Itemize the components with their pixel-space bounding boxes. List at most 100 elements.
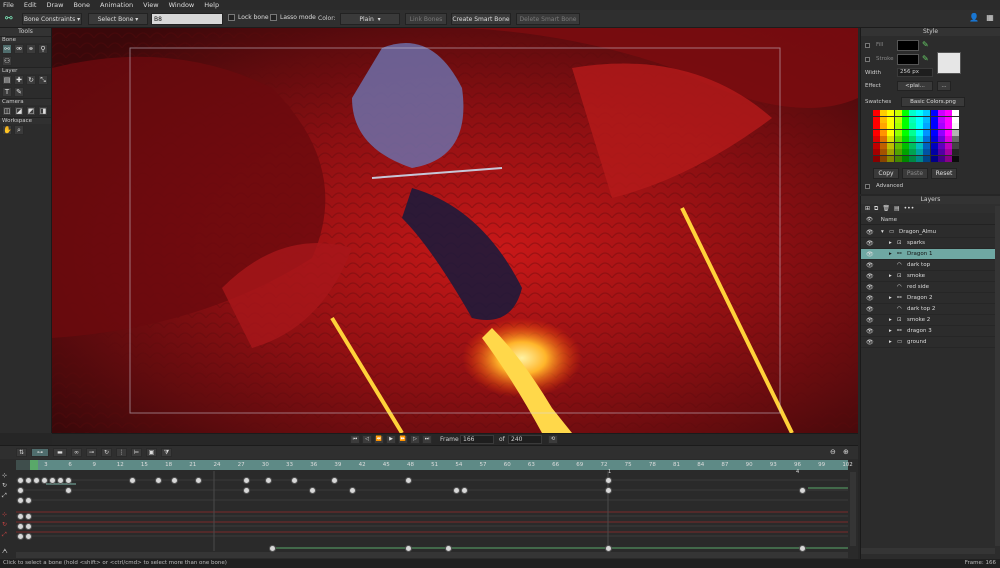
eye-icon[interactable]: 👁 <box>866 326 874 337</box>
layers-scrollbar[interactable] <box>995 206 1000 546</box>
color-swatch[interactable] <box>880 149 888 155</box>
zoom-in-icon[interactable]: ⊕ <box>843 448 849 456</box>
lasso-mode-checkbox[interactable]: Lasso mode <box>270 14 316 21</box>
color-swatch[interactable] <box>887 129 895 136</box>
color-swatch[interactable] <box>945 136 952 142</box>
color-swatch[interactable] <box>894 116 902 123</box>
color-swatch[interactable] <box>945 155 952 162</box>
color-swatch[interactable] <box>880 110 888 116</box>
frame-input[interactable]: 166 <box>460 435 494 444</box>
delete-layer-icon[interactable]: 🗑 <box>882 205 890 212</box>
more-icon[interactable]: ••• <box>904 205 915 212</box>
color-swatch[interactable] <box>887 149 895 155</box>
color-swatch[interactable] <box>945 116 952 123</box>
eye-icon[interactable]: 👁 <box>866 337 874 348</box>
color-swatch[interactable] <box>894 129 902 136</box>
keyframe[interactable] <box>49 477 56 484</box>
color-swatch[interactable] <box>873 129 880 136</box>
layer-row[interactable]: 👁 ▸ ⊡ smoke <box>861 271 995 282</box>
keyframe[interactable] <box>65 487 72 494</box>
color-swatch[interactable] <box>923 110 931 116</box>
keyframe[interactable] <box>453 487 460 494</box>
playhead[interactable] <box>30 460 38 470</box>
color-swatch[interactable] <box>901 110 909 116</box>
paste-button[interactable]: Paste <box>902 168 928 179</box>
color-swatch[interactable] <box>894 149 902 155</box>
onion-skin-icon[interactable]: ∞ <box>71 448 82 457</box>
stroke-checkbox[interactable] <box>865 56 870 62</box>
select-bone-dropdown[interactable]: Select Bone ▾ <box>88 13 148 25</box>
keyframe[interactable] <box>25 497 32 504</box>
eye-icon[interactable]: 👁 <box>866 260 874 271</box>
color-swatch[interactable] <box>880 123 888 129</box>
color-swatch[interactable] <box>894 155 902 162</box>
create-smart-bone-button[interactable]: Create Smart Bone <box>451 13 511 25</box>
color-swatch[interactable] <box>909 136 916 142</box>
color-swatch[interactable] <box>901 149 909 155</box>
color-swatch[interactable] <box>937 142 945 149</box>
color-swatch[interactable] <box>945 149 952 155</box>
filter-icon[interactable]: ⧩ <box>161 448 172 457</box>
hand-tool-icon[interactable]: ✋ <box>2 125 12 135</box>
effect-more-button[interactable]: ... <box>937 81 951 91</box>
color-swatch[interactable] <box>887 155 895 162</box>
keyframe[interactable] <box>291 477 298 484</box>
link-bones-button[interactable]: Link Bones <box>405 13 447 25</box>
menu-draw[interactable]: Draw <box>46 1 63 9</box>
add-bone-tool-icon[interactable]: ⚭ <box>26 44 36 54</box>
keyframe[interactable] <box>17 523 24 530</box>
color-swatch[interactable] <box>952 129 960 136</box>
lock-bone-box[interactable] <box>228 14 235 21</box>
fill-swatch[interactable] <box>897 40 919 51</box>
color-swatch[interactable] <box>887 142 895 149</box>
keyframe[interactable] <box>57 477 64 484</box>
lasso-mode-box[interactable] <box>270 14 277 21</box>
zoom-tool-icon[interactable]: ⌕ <box>14 125 24 135</box>
color-swatch[interactable] <box>873 116 880 123</box>
keyframe[interactable] <box>171 477 178 484</box>
swatches-dropdown[interactable]: Basic Colors.png <box>901 97 965 107</box>
keyframe[interactable] <box>25 533 32 540</box>
color-swatch[interactable] <box>909 110 916 116</box>
stroke-swatch[interactable] <box>897 54 919 65</box>
reparent-bone-tool-icon[interactable]: ⚲ <box>38 44 48 54</box>
color-swatch[interactable] <box>916 129 924 136</box>
color-swatch[interactable] <box>945 123 952 129</box>
lock-bone-checkbox[interactable]: Lock bone <box>228 14 269 21</box>
color-swatch[interactable] <box>873 142 880 149</box>
rewind-icon[interactable]: ⏮ <box>350 435 360 444</box>
color-swatch[interactable] <box>880 116 888 123</box>
keyframe[interactable] <box>309 487 316 494</box>
keyframe[interactable] <box>405 477 412 484</box>
color-swatch[interactable] <box>930 149 938 155</box>
menu-window[interactable]: Window <box>169 1 195 9</box>
color-swatch[interactable] <box>880 136 888 142</box>
color-swatch[interactable] <box>894 110 902 116</box>
keyframe-grid[interactable]: 41 <box>16 469 848 552</box>
advanced-checkbox[interactable] <box>865 183 870 189</box>
timeline-vscrollbar[interactable] <box>850 472 856 546</box>
bone-name-input[interactable]: B8 <box>151 13 223 25</box>
layer-row[interactable]: 👁 ▸ ⚯ dragon 3 <box>861 326 995 337</box>
color-swatch[interactable] <box>887 136 895 142</box>
keyframe[interactable] <box>349 487 356 494</box>
keyframe[interactable] <box>605 545 612 552</box>
color-swatch[interactable] <box>909 155 916 162</box>
expand-arrow-icon[interactable]: ▸ <box>889 337 897 348</box>
color-swatch[interactable] <box>923 129 931 136</box>
color-swatch[interactable] <box>952 149 960 155</box>
color-swatch[interactable] <box>894 123 902 129</box>
color-swatch[interactable] <box>937 136 945 142</box>
red-channel-icon[interactable]: ⊹ <box>2 511 14 518</box>
menu-bone[interactable]: Bone <box>73 1 90 9</box>
red-channel-icon-2[interactable]: ↻ <box>2 521 14 528</box>
color-swatch[interactable] <box>930 155 938 162</box>
color-swatch[interactable] <box>923 116 931 123</box>
total-frames-input[interactable]: 240 <box>508 435 542 444</box>
select-bone-tool-icon[interactable]: ⚯ <box>2 44 12 54</box>
color-swatch[interactable] <box>901 136 909 142</box>
keyframe[interactable] <box>129 477 136 484</box>
color-swatch[interactable] <box>937 116 945 123</box>
keyframe[interactable] <box>41 477 48 484</box>
expand-arrow-icon[interactable]: ▸ <box>889 271 897 282</box>
